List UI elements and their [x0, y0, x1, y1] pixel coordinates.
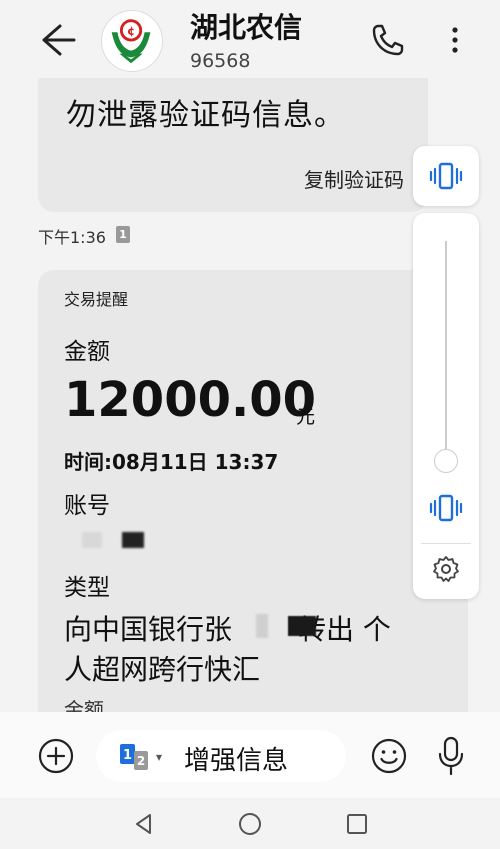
message-timestamp: 下午1:36 [38, 228, 106, 247]
vibrate-icon [429, 162, 463, 190]
transaction-title: 交易提醒 [64, 290, 129, 309]
contact-avatar[interactable]: ¢ [101, 10, 163, 72]
copy-code-button[interactable]: 复制验证码 [304, 164, 404, 193]
transaction-message-bubble[interactable]: 交易提醒 金额 12000.00 元 时间:08月11日 13:37 账号 类型… [38, 270, 468, 730]
message-bubble[interactable]: 勿泄露验证码信息。 复制验证码 [38, 78, 428, 212]
amount-value: 12000.00 [64, 372, 317, 428]
type-label: 类型 [64, 575, 110, 601]
volume-slider-thumb[interactable] [434, 449, 458, 473]
input-text: 增强信息 [184, 746, 289, 776]
svg-text:2: 2 [137, 754, 145, 768]
svg-text:¢: ¢ [127, 24, 135, 38]
compose-bar: 1 2 ▾ 增强信息 [0, 712, 500, 798]
divider [421, 543, 471, 544]
contact-name: 湖北农信 [190, 11, 303, 44]
redacted-name-part [256, 614, 268, 638]
svg-text:1: 1 [123, 748, 132, 763]
vibrate-icon[interactable] [429, 493, 463, 523]
add-attachment-icon[interactable] [38, 738, 74, 774]
sim-selector-icon[interactable]: 1 2 [118, 742, 152, 772]
contact-number: 96568 [190, 50, 251, 72]
microphone-icon[interactable] [436, 736, 466, 776]
message-input[interactable]: 1 2 ▾ 增强信息 [96, 730, 346, 782]
volume-panel [413, 213, 479, 599]
ringer-mode-button[interactable] [413, 146, 479, 206]
settings-gear-icon[interactable] [432, 555, 460, 583]
message-text: 勿泄露验证码信息。 [66, 98, 345, 133]
account-label: 账号 [64, 493, 110, 519]
rural-credit-logo: ¢ [111, 19, 151, 64]
redacted-account-part [82, 532, 102, 548]
nav-back-icon[interactable] [132, 812, 156, 836]
emoji-icon[interactable] [371, 738, 407, 774]
app-header: ¢ 湖北农信 96568 [0, 0, 500, 78]
volume-slider-track[interactable] [445, 241, 447, 461]
redacted-account-part [122, 532, 144, 548]
sim-badge: 1 [116, 226, 130, 243]
chevron-down-icon[interactable]: ▾ [156, 750, 162, 764]
amount-unit: 元 [296, 406, 316, 428]
back-arrow-icon[interactable] [34, 20, 78, 60]
type-value-line2: 人超网跨行快汇 [64, 653, 261, 686]
nav-recents-icon[interactable] [346, 813, 368, 835]
type-value-line1: 向中国银行张 转出 个 [64, 608, 391, 648]
redacted-name-part [288, 616, 316, 636]
more-vertical-icon[interactable] [444, 20, 466, 60]
nav-home-icon[interactable] [238, 812, 262, 836]
system-nav-bar [0, 798, 500, 849]
phone-icon[interactable] [368, 20, 408, 60]
amount-label: 金额 [64, 339, 110, 365]
type-prefix: 向中国银行张 [64, 613, 233, 646]
transaction-time: 时间:08月11日 13:37 [64, 450, 279, 474]
